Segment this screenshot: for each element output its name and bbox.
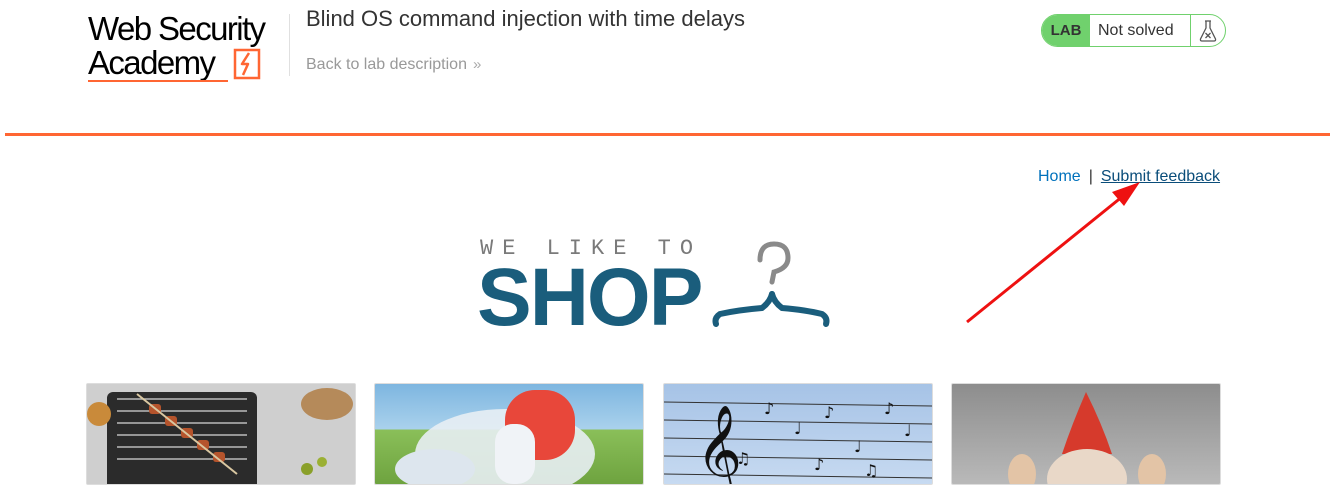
back-link-label: Back to lab description — [306, 56, 467, 73]
shop-wordmark: SHOP — [477, 252, 703, 343]
hanger-icon — [712, 241, 830, 327]
academy-logo[interactable]: Web Security Academy — [86, 12, 286, 84]
svg-text:♪: ♪ — [814, 455, 824, 474]
svg-text:♫: ♫ — [864, 461, 878, 480]
logo-text-line2: Academy — [88, 44, 216, 81]
top-nav: Home | Submit feedback — [1038, 168, 1220, 186]
back-to-lab-description-link[interactable]: Back to lab description » — [306, 56, 481, 74]
product-image-inflatable[interactable] — [374, 383, 644, 485]
svg-text:♩: ♩ — [794, 419, 802, 438]
svg-text:♪: ♪ — [824, 403, 834, 422]
header-divider — [289, 14, 290, 76]
double-chevron-right-icon: » — [472, 56, 482, 73]
logo-underline — [88, 80, 228, 82]
header-orange-rule — [5, 133, 1330, 136]
svg-text:♪: ♪ — [764, 399, 774, 418]
lab-title: Blind OS command injection with time del… — [306, 6, 745, 31]
lab-badge: LAB — [1042, 15, 1090, 46]
svg-text:♪: ♪ — [884, 399, 894, 418]
barbecue-grill-image — [87, 384, 355, 484]
svg-text:𝄞: 𝄞 — [696, 405, 742, 484]
logo-text-line1: Web Security — [88, 10, 266, 47]
logo-lightning-icon — [233, 48, 261, 80]
product-image-music[interactable]: 𝄞 ♪ ♩ ♪ ♩ ♪ ♩ ♫ ♪ ♫ — [663, 383, 933, 485]
svg-text:♩: ♩ — [854, 437, 862, 456]
gnome-image — [1008, 392, 1166, 484]
birds-on-wires-music-image: 𝄞 ♪ ♩ ♪ ♩ ♪ ♩ ♫ ♪ ♫ — [664, 399, 932, 484]
submit-feedback-link[interactable]: Submit feedback — [1101, 168, 1220, 185]
flask-icon — [1190, 15, 1225, 46]
lab-status-text: Not solved — [1098, 21, 1174, 39]
product-image-barbecue[interactable] — [86, 383, 356, 485]
svg-text:♫: ♫ — [736, 449, 750, 468]
home-link[interactable]: Home — [1038, 168, 1081, 185]
product-image-gnome[interactable] — [951, 383, 1221, 485]
svg-text:♩: ♩ — [904, 421, 912, 440]
nav-separator: | — [1088, 168, 1093, 185]
lab-status-widget: LAB Not solved — [1041, 14, 1226, 47]
inflatable-image — [395, 390, 595, 484]
